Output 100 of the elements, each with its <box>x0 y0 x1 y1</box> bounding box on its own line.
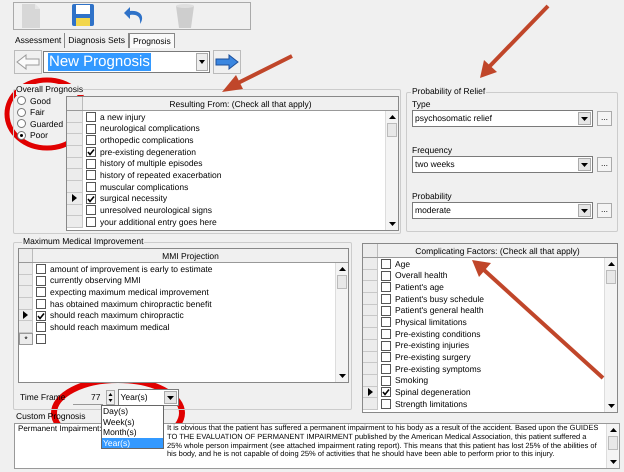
checkbox[interactable] <box>86 135 96 146</box>
caret-icon <box>581 116 588 120</box>
checkbox[interactable] <box>86 182 96 192</box>
radio-option[interactable]: Good <box>17 95 51 106</box>
dropdown-option[interactable]: Month(s) <box>102 427 163 438</box>
scrollbar[interactable] <box>385 111 398 230</box>
radio-option[interactable]: Poor <box>17 130 48 141</box>
checkbox[interactable] <box>36 287 46 298</box>
checkbox[interactable] <box>86 146 96 157</box>
scroll-thumb[interactable] <box>337 275 347 289</box>
checkbox[interactable] <box>36 334 46 344</box>
row-label: your additional entry goes here <box>100 218 217 226</box>
row-label: should reach maximum chiropractic <box>50 311 184 320</box>
checkbox[interactable] <box>36 264 46 274</box>
checkbox[interactable] <box>381 376 391 386</box>
dropdown-option[interactable]: Week(s) <box>102 416 163 427</box>
forward-button[interactable] <box>213 50 241 74</box>
scroll-down-icon[interactable] <box>338 374 346 378</box>
checkbox[interactable] <box>381 282 391 292</box>
browse-button[interactable]: ... <box>597 203 612 218</box>
row-label: should reach maximum medical <box>50 323 170 332</box>
dropdown-button[interactable] <box>164 391 176 404</box>
checkbox[interactable] <box>381 399 391 410</box>
toolbar-button[interactable] <box>71 3 95 29</box>
number-field[interactable]: 77 <box>72 390 102 405</box>
scrollbar[interactable] <box>604 258 617 412</box>
checkbox[interactable] <box>86 205 96 216</box>
scroll-up-icon[interactable] <box>338 267 346 271</box>
dropdown-button[interactable] <box>578 204 591 217</box>
check-icon <box>382 388 390 396</box>
scroll-thumb[interactable] <box>606 270 616 284</box>
row-label: currently observing MMI <box>50 276 141 285</box>
browse-button[interactable]: ... <box>597 111 612 126</box>
scroll-down-icon[interactable] <box>608 404 614 408</box>
dropdown-option[interactable]: Day(s) <box>102 406 163 416</box>
row-header[interactable] <box>19 310 33 322</box>
scroll-thumb[interactable] <box>608 436 618 450</box>
row-pointer-icon <box>368 388 372 396</box>
radio-option[interactable]: Guarded <box>17 118 64 130</box>
scrollbar[interactable] <box>606 424 619 468</box>
radio-button[interactable] <box>17 96 26 106</box>
checkbox[interactable] <box>381 340 391 351</box>
row-label: Smoking <box>395 376 428 385</box>
checkbox[interactable] <box>86 217 96 228</box>
row-label: Pre-existing conditions <box>395 330 481 338</box>
checkbox[interactable] <box>36 276 46 286</box>
checkbox[interactable] <box>381 387 391 398</box>
dropdown-field[interactable]: two weeks <box>412 156 593 173</box>
dropdown-button[interactable] <box>578 158 591 171</box>
row-label: Patient's busy schedule <box>395 294 484 304</box>
checkbox[interactable] <box>381 352 391 362</box>
dropdown-field[interactable]: psychosomatic relief <box>412 110 593 127</box>
annotation-arrow <box>222 54 293 92</box>
checkbox[interactable] <box>381 294 391 304</box>
checkbox[interactable] <box>381 317 391 328</box>
unit-dropdown-menu[interactable]: Day(s) Week(s) Month(s) Year(s) <box>101 405 164 449</box>
row-label: pre-existing degeneration <box>100 148 196 156</box>
radio-button[interactable] <box>17 108 26 117</box>
row-pointer-icon <box>23 311 28 320</box>
scroll-down-icon[interactable] <box>388 222 396 226</box>
checkbox[interactable] <box>381 328 391 339</box>
row-header[interactable] <box>67 192 83 204</box>
row-header[interactable] <box>363 386 378 398</box>
dropdown-button[interactable] <box>196 53 208 71</box>
checkbox[interactable] <box>381 258 391 269</box>
unit-dropdown[interactable]: Year(s) <box>118 389 178 406</box>
browse-button[interactable]: ... <box>597 157 612 172</box>
row-label: Spinal degeneration <box>395 388 471 397</box>
row-label: muscular complications <box>100 182 188 192</box>
field-label: Frequency <box>412 144 454 156</box>
back-button[interactable] <box>14 50 42 74</box>
checkbox[interactable] <box>86 112 96 122</box>
scroll-up-icon[interactable] <box>608 262 614 266</box>
spinner-icon[interactable] <box>106 390 114 405</box>
checkbox[interactable] <box>381 306 391 316</box>
row-label: a new injury <box>100 112 146 122</box>
checkbox[interactable] <box>86 124 96 134</box>
scroll-up-icon[interactable] <box>610 428 616 432</box>
dropdown-button[interactable] <box>578 112 591 125</box>
radio-button[interactable] <box>17 130 26 140</box>
scroll-thumb[interactable] <box>387 123 397 137</box>
checkbox[interactable] <box>36 310 46 321</box>
radio-button[interactable] <box>17 119 26 128</box>
tab[interactable]: Assessment <box>12 33 66 48</box>
scroll-down-icon[interactable] <box>610 460 616 464</box>
column-header: Complicating Factors: (Check all that apply) <box>414 245 581 257</box>
field-label: Type <box>412 98 432 110</box>
checkbox[interactable] <box>86 158 96 169</box>
checkbox[interactable] <box>36 322 46 332</box>
checkbox[interactable] <box>86 194 96 204</box>
text-heading: Permanent Impairment: <box>18 424 102 434</box>
checkbox[interactable] <box>36 298 46 309</box>
scroll-up-icon[interactable] <box>388 115 396 119</box>
checkbox[interactable] <box>86 170 96 180</box>
dropdown-field[interactable]: moderate <box>412 202 593 219</box>
tab[interactable]: Prognosis <box>129 33 175 48</box>
checkbox[interactable] <box>381 364 391 374</box>
radio-option[interactable]: Fair <box>17 106 45 118</box>
scrollbar[interactable] <box>335 263 348 382</box>
checkbox[interactable] <box>381 270 391 281</box>
